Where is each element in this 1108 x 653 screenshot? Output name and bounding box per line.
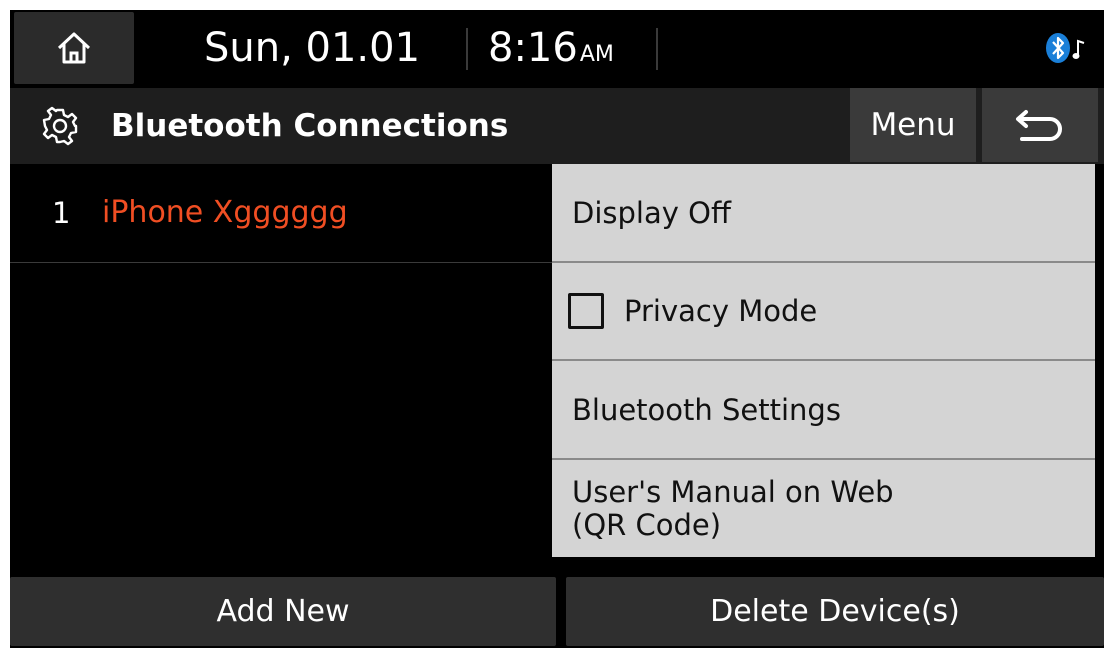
time-value: 8:16 (488, 25, 578, 71)
menu-button[interactable]: Menu (850, 88, 976, 162)
menu-item-label: User's Manual on Web (QR Code) (572, 474, 894, 542)
menu-item-label: Privacy Mode (624, 294, 818, 328)
status-bar: Sun, 01.01 8:16AM (10, 10, 1104, 86)
menu-item-privacy-mode[interactable]: Privacy Mode (552, 263, 1095, 361)
menu-item-users-manual[interactable]: User's Manual on Web (QR Code) (552, 460, 1095, 557)
menu-item-bluetooth-settings[interactable]: Bluetooth Settings (552, 361, 1095, 460)
add-new-button[interactable]: Add New (10, 577, 556, 646)
menu-item-label-line2: (QR Code) (572, 507, 722, 542)
screen: Sun, 01.01 8:16AM Bluetooth Connections … (10, 10, 1104, 648)
device-index: 1 (52, 196, 71, 230)
back-icon (1016, 110, 1062, 141)
separator (656, 28, 658, 70)
menu-item-label: Display Off (572, 195, 731, 230)
menu-item-display-off[interactable]: Display Off (552, 164, 1095, 263)
ampm-label: AM (579, 42, 614, 67)
page-title: Bluetooth Connections (111, 108, 509, 144)
gear-icon (42, 106, 78, 146)
title-bar: Bluetooth Connections Menu (10, 88, 1104, 164)
menu-item-label-line1: User's Manual on Web (572, 474, 894, 509)
home-button[interactable] (14, 12, 134, 84)
home-icon (57, 32, 91, 64)
back-button[interactable] (982, 88, 1098, 162)
menu-item-label: Bluetooth Settings (572, 392, 841, 427)
delete-device-button[interactable]: Delete Device(s) (566, 577, 1104, 646)
date-display: Sun, 01.01 (204, 25, 421, 71)
time-display: 8:16AM (488, 18, 614, 78)
options-menu: Display Off Privacy Mode Bluetooth Setti… (552, 164, 1095, 557)
device-list-item[interactable]: 1 iPhone Xgggggg (10, 164, 552, 263)
separator (466, 28, 468, 70)
device-name: iPhone Xgggggg (102, 195, 348, 230)
bluetooth-audio-icon (1046, 33, 1085, 63)
privacy-mode-checkbox[interactable] (568, 293, 604, 329)
